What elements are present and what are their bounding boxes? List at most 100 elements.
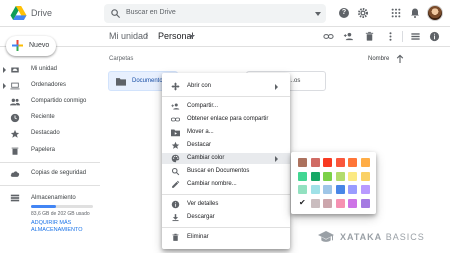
upgrade-storage-link[interactable]: ADQUIRIR MÁS ALMACENAMIENTO	[31, 220, 101, 234]
storage-progress	[31, 205, 93, 208]
color-swatch[interactable]	[348, 171, 357, 181]
menu-item-open-with[interactable]: Abrir con	[162, 81, 290, 92]
color-swatch[interactable]	[335, 185, 345, 194]
arrow-up-icon[interactable]	[396, 54, 404, 64]
cloud-icon	[10, 171, 20, 177]
section-label-folders: Carpetas	[109, 56, 134, 62]
search-options-icon[interactable]	[315, 12, 321, 16]
toolbar-divider	[402, 31, 403, 42]
menu-item-move[interactable]: Mover a...	[162, 127, 290, 138]
storage-icon	[10, 194, 20, 202]
color-swatch[interactable]	[310, 185, 320, 194]
menu-item-delete[interactable]: Eliminar	[162, 232, 290, 243]
person-add-icon	[171, 103, 180, 110]
sidebar-item-trash[interactable]: Papelera	[0, 144, 100, 157]
color-swatch[interactable]	[298, 171, 307, 181]
more-vert-icon[interactable]	[385, 31, 396, 42]
color-swatch[interactable]	[298, 158, 307, 167]
app-title: Drive	[31, 8, 53, 18]
drive-icon	[11, 67, 19, 73]
menu-item-share[interactable]: Compartir...	[162, 101, 290, 112]
sidebar-item-shared[interactable]: Compartido conmigo	[0, 95, 100, 108]
drive-logo[interactable]	[10, 6, 27, 20]
color-swatch[interactable]	[348, 198, 357, 208]
sort-by-name[interactable]: Nombre	[368, 56, 389, 62]
menu-divider	[162, 227, 290, 228]
toolbar	[0, 27, 450, 47]
color-swatch[interactable]	[360, 185, 370, 194]
color-swatch[interactable]	[348, 185, 357, 194]
person-add-icon[interactable]	[343, 31, 354, 42]
menu-item-search-in[interactable]: Buscar en Documentos	[162, 166, 290, 177]
watermark-suffix: BASICS	[385, 232, 425, 242]
search-bar[interactable]: Buscar en Drive	[104, 4, 326, 23]
star-icon	[10, 129, 20, 138]
color-swatch[interactable]	[323, 185, 332, 194]
info-icon[interactable]	[429, 31, 440, 42]
star-icon	[171, 141, 180, 149]
color-swatch[interactable]	[360, 158, 370, 167]
menu-item-star[interactable]: Destacar	[162, 140, 290, 151]
notifications-icon[interactable]	[409, 7, 421, 19]
storage-used-text: 83,6 GB de 202 GB usado	[31, 211, 90, 217]
color-swatch[interactable]	[335, 158, 345, 167]
menu-item-details[interactable]: Ver detalles	[162, 199, 290, 210]
color-swatch[interactable]	[360, 171, 370, 181]
sidebar-divider	[0, 162, 100, 163]
color-swatch[interactable]	[323, 171, 332, 181]
color-swatch[interactable]	[323, 198, 332, 208]
new-button[interactable]: Nuevo	[6, 36, 56, 56]
trash-icon	[172, 233, 179, 241]
chevron-right-icon	[275, 84, 278, 90]
menu-divider	[162, 96, 290, 97]
apps-grid-icon[interactable]	[391, 8, 401, 18]
color-swatch[interactable]	[310, 198, 320, 208]
color-swatch[interactable]	[310, 158, 320, 167]
color-swatch[interactable]	[323, 158, 332, 167]
link-icon[interactable]	[323, 31, 334, 42]
search-input[interactable]: Buscar en Drive	[126, 9, 176, 16]
search-icon[interactable]	[110, 8, 121, 19]
color-swatch[interactable]	[335, 171, 345, 181]
sidebar-divider	[0, 185, 100, 186]
expand-icon[interactable]	[3, 83, 6, 89]
folder-name: Documentos	[132, 78, 166, 84]
help-icon[interactable]: ?	[339, 8, 349, 18]
new-button-label: Nuevo	[29, 42, 50, 49]
sidebar-item-starred[interactable]: Destacado	[0, 127, 100, 140]
context-menu: Abrir con Compartir... Obtener enlace pa…	[162, 73, 290, 249]
color-swatch[interactable]	[348, 158, 357, 167]
color-swatch[interactable]	[360, 198, 370, 208]
color-palette: ✔	[291, 152, 376, 214]
gear-icon[interactable]	[357, 7, 369, 19]
color-swatch[interactable]	[335, 198, 345, 208]
menu-item-change-color[interactable]: Cambiar color	[162, 153, 290, 164]
list-view-icon[interactable]	[410, 31, 421, 42]
menu-item-download[interactable]: Descargar	[162, 212, 290, 223]
storage-label: Almacenamiento	[31, 195, 76, 201]
folder-name: ...os	[289, 78, 301, 84]
avatar[interactable]	[427, 5, 443, 21]
sidebar-item-my-drive[interactable]: Mi unidad	[0, 63, 100, 76]
download-icon	[172, 214, 179, 222]
menu-item-get-link[interactable]: Obtener enlace para compartir	[162, 114, 290, 125]
checkmark-icon: ✔	[299, 197, 306, 207]
pencil-icon	[172, 180, 180, 188]
color-swatch[interactable]	[298, 185, 307, 194]
plus-icon	[12, 40, 23, 51]
sidebar-item-computers[interactable]: Ordenadores	[0, 79, 100, 92]
folder-icon	[116, 78, 126, 86]
sidebar-item-recent[interactable]: Reciente	[0, 111, 100, 124]
color-swatch[interactable]: ✔	[298, 197, 307, 208]
watermark-text: XATAKA BASICS	[340, 232, 425, 242]
xataka-basics-logo	[318, 231, 334, 242]
move-folder-icon	[171, 129, 180, 137]
sidebar-item-backups[interactable]: Copias de seguridad	[0, 167, 100, 180]
menu-item-rename[interactable]: Cambiar nombre...	[162, 179, 290, 190]
chevron-down-icon[interactable]	[189, 35, 195, 38]
breadcrumb-root[interactable]: Mi unidad	[109, 31, 148, 41]
search-icon	[171, 167, 180, 176]
expand-icon[interactable]	[3, 67, 6, 73]
trash-icon[interactable]	[364, 31, 375, 42]
color-swatch[interactable]	[310, 171, 320, 181]
